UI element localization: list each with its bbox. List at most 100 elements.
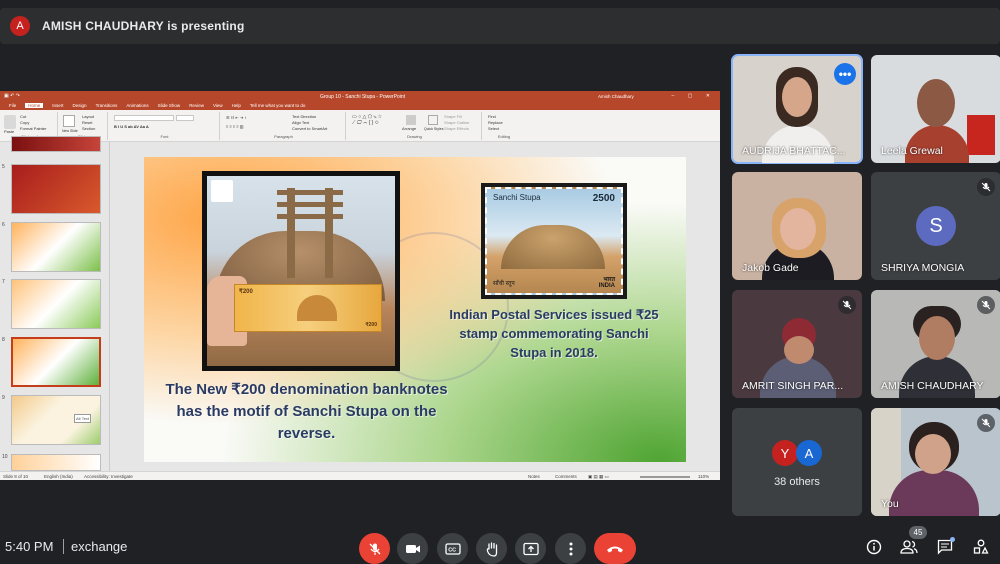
ribbon-label-font: Font [160, 134, 169, 139]
more-options-icon[interactable]: ••• [834, 63, 856, 85]
more-vert-icon [569, 542, 572, 555]
shape-effects-button[interactable]: Shape Effects [444, 126, 469, 132]
participant-tile[interactable]: ••• AUDRIJA BHATTAC... [731, 54, 863, 164]
menu-insert[interactable]: Insert [52, 103, 63, 108]
thumb-number-10: 10 [2, 454, 8, 460]
people-count-badge: 45 [909, 526, 927, 539]
font-size-box[interactable] [176, 115, 194, 121]
stamp-country-name: INDIA [598, 283, 615, 289]
mic-off-icon [977, 296, 995, 314]
participant-tile[interactable]: Jakob Gade [732, 172, 862, 280]
ribbon-editing: Find Replace Select Editing [484, 112, 524, 140]
captions-button[interactable]: CC [437, 533, 468, 564]
menu-home[interactable]: Home [25, 103, 44, 108]
participant-tile[interactable]: AMISH CHAUDHARY [871, 290, 1000, 398]
presenter-avatar: A [10, 16, 30, 36]
self-tile[interactable]: You [871, 408, 1000, 516]
others-tile[interactable]: Y A 38 others [732, 408, 862, 516]
view-buttons-icon[interactable]: ▣ ▤ ▦ ▭ [588, 474, 609, 480]
arrange-button[interactable]: Arrange [402, 126, 416, 132]
section-button[interactable]: Section [82, 126, 95, 132]
thumb-slide-5[interactable] [11, 164, 101, 214]
microphone-toggle-button[interactable] [359, 533, 390, 564]
participant-avatar: S [916, 206, 956, 246]
quick-styles-button[interactable]: Quick Styles [424, 126, 443, 132]
thumb-slide-7[interactable] [11, 279, 101, 329]
stamp-hindi-title: साँची स्तूप [493, 281, 515, 287]
phone-hangup-icon [607, 546, 623, 552]
people-button[interactable] [899, 537, 919, 557]
smartart-button[interactable]: Convert to SmartArt [292, 126, 327, 132]
window-controls-icon[interactable]: – ▢ ✕ [672, 93, 716, 99]
gateway-beam [277, 214, 343, 219]
font-format-icons[interactable]: B I U S ab AV Aa A [114, 124, 149, 130]
thumb-slide-9[interactable]: Alt Text [11, 395, 101, 445]
note-value-label-small: ₹200 [365, 322, 377, 328]
save-icon[interactable]: ▣ ↶ ↷ [4, 93, 20, 99]
format-painter-button[interactable]: Format Painter [20, 126, 46, 132]
accessibility-status[interactable]: Accessibility: Investigate [84, 474, 133, 479]
stamp-country: भारत INDIA [599, 275, 615, 289]
activities-button[interactable] [971, 537, 991, 557]
participant-name: AMRIT SINGH PAR... [742, 380, 844, 392]
quick-styles-icon[interactable] [428, 115, 438, 125]
notes-button[interactable]: Notes [528, 474, 540, 479]
menu-transitions[interactable]: Transitions [96, 103, 118, 108]
comments-button[interactable]: Comments [555, 474, 577, 479]
thumb-slide-10[interactable] [11, 454, 101, 471]
ppt-window-title: Group 10 - Sanchi Stupa - PowerPoint [320, 94, 406, 100]
other-participant-avatar: A [796, 440, 822, 466]
participant-tile[interactable]: Leela Grewal [871, 55, 1000, 163]
slide-thumbnails[interactable]: 5 6 7 8 9 Alt Text 10 [0, 136, 110, 471]
font-name-box[interactable] [114, 115, 174, 121]
thumb-slide-6[interactable] [11, 222, 101, 272]
menu-design[interactable]: Design [73, 103, 87, 108]
shapes-gallery[interactable]: ▭ ○ △ ⬠ ⤷ ☆ ⟋ ▱ ⌒ { } ◇ [352, 114, 382, 126]
leave-call-button[interactable] [594, 533, 636, 564]
ribbon-drawing: ▭ ○ △ ⬠ ⤷ ☆ ⟋ ▱ ⌒ { } ◇ Arrange Quick Sty… [348, 112, 482, 140]
more-options-button[interactable] [555, 533, 586, 564]
tell-me-search[interactable]: Tell me what you want to do [250, 103, 306, 108]
activities-shapes-icon [973, 539, 989, 554]
ribbon-label-editing: Editing [497, 134, 511, 139]
thumb-number-7: 7 [2, 279, 5, 285]
language-status[interactable]: English (India) [44, 474, 73, 479]
zoom-level[interactable]: 110% [698, 474, 709, 479]
thumb-slide-4[interactable] [11, 136, 101, 152]
camera-toggle-button[interactable] [397, 533, 428, 564]
thumb-slide-8[interactable] [11, 337, 101, 387]
ppt-status-bar: Slide 8 of 10 English (India) Accessibil… [0, 471, 720, 480]
unread-dot [950, 537, 955, 542]
mic-off-icon [369, 543, 380, 555]
menu-view[interactable]: View [213, 103, 223, 108]
participant-name: AUDRIJA BHATTAC... [742, 145, 846, 157]
others-count: 38 others [774, 476, 820, 488]
paragraph-icons[interactable]: ☰ ☷ ⇤ ⇥ ↕ [226, 115, 246, 121]
people-icon [900, 540, 918, 554]
zoom-slider[interactable] [640, 476, 690, 478]
menu-file[interactable]: File [9, 103, 16, 108]
menu-review[interactable]: Review [189, 103, 204, 108]
menu-slide-show[interactable]: Slide Show [158, 103, 181, 108]
select-button[interactable]: Select [488, 126, 499, 132]
ppt-ribbon: Paste Cut Copy Format Painter Clipboard … [0, 110, 720, 142]
menu-animations[interactable]: Animations [126, 103, 148, 108]
participant-tile[interactable]: S SHRIYA MONGIA [871, 172, 1000, 280]
video-camera-icon [405, 544, 420, 553]
raise-hand-button[interactable] [476, 533, 507, 564]
meeting-details-button[interactable] [864, 537, 884, 557]
meeting-name[interactable]: exchange [71, 539, 127, 554]
present-screen-button[interactable] [515, 533, 546, 564]
paste-icon[interactable] [4, 115, 16, 129]
chat-button[interactable] [935, 537, 955, 557]
closed-captions-icon: CC [444, 542, 461, 555]
participant-tile[interactable]: AMRIT SINGH PAR... [732, 290, 862, 398]
meeting-controls-bar: 5:40 PM exchange CC [0, 527, 1000, 564]
align-icons[interactable]: ≡ ≡ ≡ ≡ ▥ [226, 124, 244, 130]
arrange-icon[interactable] [406, 115, 416, 125]
current-slide[interactable]: ₹200 ₹200 Sanchi Stupa 2500 साँची स्तूप … [144, 157, 686, 462]
ppt-user-name: Amish Chaudhary [598, 94, 634, 99]
menu-help[interactable]: Help [232, 103, 241, 108]
participant-name: SHRIYA MONGIA [881, 262, 965, 274]
new-slide-icon[interactable] [63, 115, 75, 127]
